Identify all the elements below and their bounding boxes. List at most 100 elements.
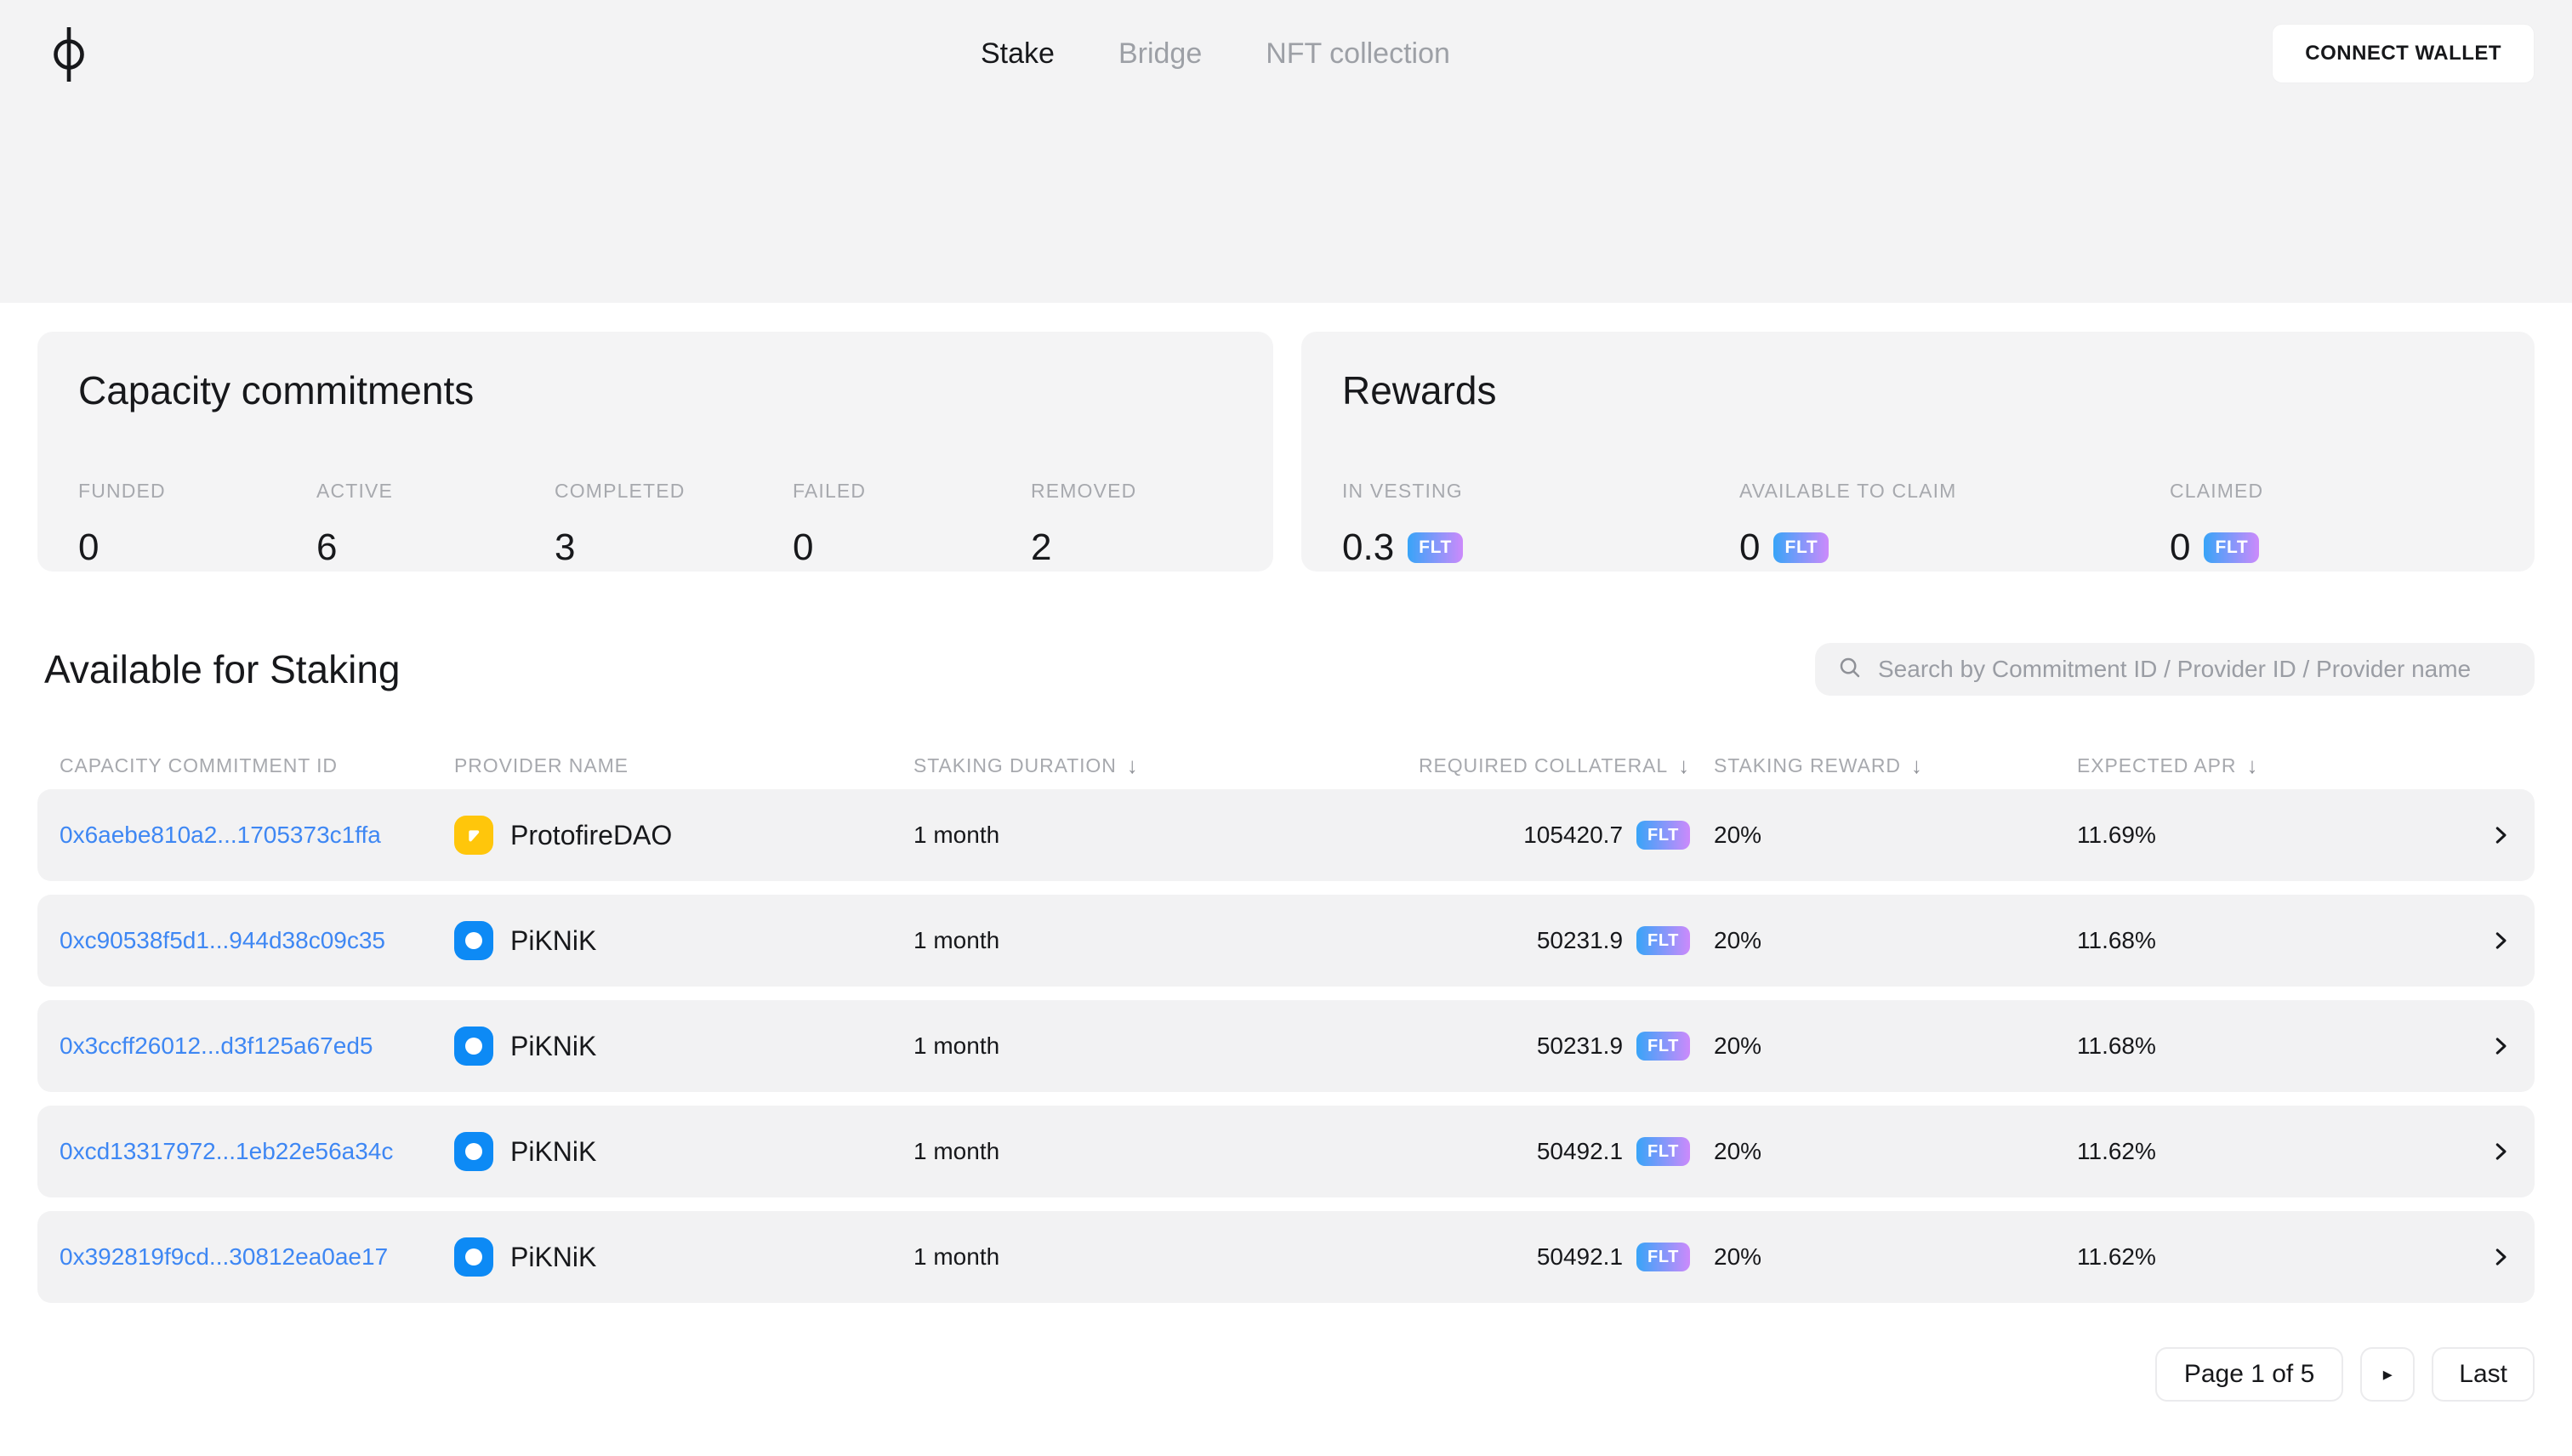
staking-duration-value: 1 month <box>913 822 1000 848</box>
stat-failed: FAILED 0 <box>793 480 1031 569</box>
row-chevron-right-icon[interactable] <box>2467 928 2535 953</box>
provider-name: PiKNiK <box>510 1241 597 1272</box>
commitment-id-link[interactable]: 0x6aebe810a2...1705373c1ffa <box>37 822 454 849</box>
provider-avatar <box>454 816 493 855</box>
column-header-staking-duration[interactable]: STAKING DURATION ↓ <box>913 753 1411 779</box>
commitment-id-link[interactable]: 0x392819f9cd...30812ea0ae17 <box>37 1243 454 1271</box>
flt-token-badge: FLT <box>2204 532 2260 563</box>
flt-token-badge: FLT <box>1636 926 1690 955</box>
column-label: CAPACITY COMMITMENT ID <box>60 754 338 776</box>
flt-token-badge: FLT <box>1636 1243 1690 1271</box>
collateral-amount: 105420.7 <box>1523 822 1624 848</box>
column-header-commitment-id: CAPACITY COMMITMENT ID <box>37 754 454 777</box>
last-page-button[interactable]: Last <box>2432 1347 2535 1402</box>
sort-desc-icon[interactable]: ↓ <box>1127 753 1139 779</box>
top-band: Stake Bridge NFT collection CONNECT WALL… <box>0 0 2572 303</box>
stat-label: AVAILABLE TO CLAIM <box>1739 480 1957 502</box>
stat-available-to-claim: AVAILABLE TO CLAIM 0 FLT <box>1739 480 2170 569</box>
commitment-id-link[interactable]: 0xcd13317972...1eb22e56a34c <box>37 1138 454 1165</box>
sort-desc-icon[interactable]: ↓ <box>2246 753 2258 779</box>
provider-cell: ProtofireDAO <box>454 816 913 855</box>
stat-label: FUNDED <box>78 480 166 502</box>
provider-cell: PiKNiK <box>454 921 913 960</box>
provider-name: PiKNiK <box>510 1030 597 1061</box>
stat-value: 0 <box>793 526 814 568</box>
commitment-id-link[interactable]: 0xc90538f5d1...944d38c09c35 <box>37 927 454 954</box>
expected-apr-value: 11.62% <box>2077 1243 2156 1270</box>
main-nav: Stake Bridge NFT collection <box>981 37 1450 71</box>
next-page-button[interactable]: ▸ <box>2360 1347 2416 1402</box>
stat-value: 0.3 FLT <box>1342 526 1739 569</box>
nav-tab-nft-collection[interactable]: NFT collection <box>1266 37 1450 71</box>
table-row[interactable]: 0x6aebe810a2...1705373c1ffa ProtofireDAO… <box>37 789 2535 881</box>
search-input[interactable] <box>1878 656 2512 683</box>
column-header-expected-apr[interactable]: EXPECTED APR ↓ <box>2077 753 2467 779</box>
provider-cell: PiKNiK <box>454 1132 913 1171</box>
stat-value: 0 FLT <box>1739 526 2170 569</box>
required-collateral-cell: 105420.7 FLT <box>1411 821 1690 850</box>
flt-token-badge: FLT <box>1773 532 1829 563</box>
rewards-card-title: Rewards <box>1342 368 1497 412</box>
search-icon <box>1837 655 1863 685</box>
staking-section-title: Available for Staking <box>44 647 401 691</box>
flt-token-badge: FLT <box>1636 1032 1690 1061</box>
fluence-logo-icon[interactable] <box>49 24 88 88</box>
required-collateral-cell: 50492.1 FLT <box>1411 1137 1690 1166</box>
column-label: STAKING REWARD <box>1714 754 1901 776</box>
row-chevron-right-icon[interactable] <box>2467 1139 2535 1164</box>
table-row[interactable]: 0x3ccff26012...d3f125a67ed5 PiKNiK 1 mon… <box>37 1000 2535 1092</box>
provider-avatar <box>454 1027 493 1066</box>
provider-avatar <box>454 1237 493 1277</box>
stat-label: ACTIVE <box>316 480 393 502</box>
staking-reward-value: 20% <box>1714 927 1762 953</box>
provider-cell: PiKNiK <box>454 1237 913 1277</box>
collateral-amount: 50231.9 <box>1536 927 1624 953</box>
avatar-dot <box>465 1248 482 1265</box>
stat-removed: REMOVED 2 <box>1031 480 1269 569</box>
column-label: REQUIRED COLLATERAL <box>1418 754 1669 776</box>
page-indicator-button[interactable]: Page 1 of 5 <box>2154 1347 2344 1402</box>
table-row[interactable]: 0xcd13317972...1eb22e56a34c PiKNiK 1 mon… <box>37 1106 2535 1197</box>
stat-value: 6 <box>316 526 338 568</box>
commitment-id-link[interactable]: 0x3ccff26012...d3f125a67ed5 <box>37 1032 454 1060</box>
nav-tab-bridge[interactable]: Bridge <box>1118 37 1202 71</box>
staking-reward-value: 20% <box>1714 822 1762 848</box>
rewards-card: Rewards IN VESTING 0.3 FLT AVAILABLE TO … <box>1301 332 2535 572</box>
collateral-amount: 50231.9 <box>1536 1032 1624 1059</box>
stat-value: 0 FLT <box>2170 526 2494 569</box>
table-row[interactable]: 0x392819f9cd...30812ea0ae17 PiKNiK 1 mon… <box>37 1211 2535 1303</box>
stat-active: ACTIVE 6 <box>316 480 555 569</box>
stat-claimed: CLAIMED 0 FLT <box>2170 480 2494 569</box>
table-row[interactable]: 0xc90538f5d1...944d38c09c35 PiKNiK 1 mon… <box>37 895 2535 987</box>
sort-desc-icon[interactable]: ↓ <box>1678 753 1690 779</box>
expected-apr-value: 11.69% <box>2077 822 2156 848</box>
stat-label: REMOVED <box>1031 480 1137 502</box>
staking-section-header: Available for Staking <box>37 643 2535 696</box>
flt-token-badge: FLT <box>1636 1137 1690 1166</box>
stat-label: FAILED <box>793 480 867 502</box>
capacity-commitments-card: Capacity commitments FUNDED 0 ACTIVE 6 C… <box>37 332 1273 572</box>
connect-wallet-button[interactable]: CONNECT WALLET <box>2272 24 2535 83</box>
required-collateral-cell: 50231.9 FLT <box>1411 1032 1690 1061</box>
provider-avatar <box>454 921 493 960</box>
avatar-dot <box>465 1143 482 1160</box>
expected-apr-value: 11.68% <box>2077 1032 2156 1059</box>
column-label: STAKING DURATION <box>913 754 1117 776</box>
column-label: EXPECTED APR <box>2077 754 2237 776</box>
nav-tab-stake[interactable]: Stake <box>981 37 1055 71</box>
capacity-stats: FUNDED 0 ACTIVE 6 COMPLETED 3 FAILED 0 R… <box>78 480 1232 569</box>
required-collateral-cell: 50231.9 FLT <box>1411 926 1690 955</box>
row-chevron-right-icon[interactable] <box>2467 1033 2535 1059</box>
stat-value: 0 <box>78 526 100 568</box>
row-chevron-right-icon[interactable] <box>2467 822 2535 848</box>
column-header-staking-reward[interactable]: STAKING REWARD ↓ <box>1690 753 2077 779</box>
sort-desc-icon[interactable]: ↓ <box>1911 753 1923 779</box>
capacity-card-title: Capacity commitments <box>78 368 475 412</box>
row-chevron-right-icon[interactable] <box>2467 1244 2535 1270</box>
expected-apr-value: 11.62% <box>2077 1138 2156 1164</box>
stat-amount: 0 <box>1739 526 1761 568</box>
column-header-required-collateral[interactable]: REQUIRED COLLATERAL ↓ <box>1411 753 1690 779</box>
staking-duration-value: 1 month <box>913 1138 1000 1164</box>
avatar-dot <box>465 1038 482 1055</box>
search-box[interactable] <box>1815 643 2535 696</box>
